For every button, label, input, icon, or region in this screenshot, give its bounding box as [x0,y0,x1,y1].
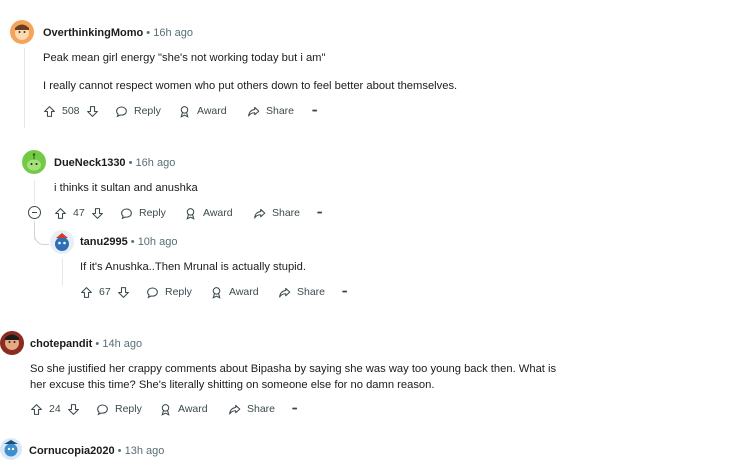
timestamp: 16h ago [135,157,176,169]
separator: • [95,338,100,350]
award-button[interactable]: Award [210,283,259,301]
more-options-button[interactable]: ••• [342,283,347,301]
award-label: Award [178,403,208,415]
share-icon [279,287,291,297]
downvote-icon[interactable] [117,286,130,299]
award-icon [212,286,221,299]
upvote-icon[interactable] [80,286,93,299]
reply-icon [116,106,127,117]
avatar[interactable] [10,20,34,44]
username[interactable]: OverthinkingMomo [43,27,143,39]
more-options-button[interactable]: ••• [317,204,322,222]
reply-label: Reply [165,286,192,298]
reply-icon [97,404,108,415]
thread-line [62,258,63,286]
reply-label: Reply [115,403,142,415]
award-button[interactable]: Award [159,400,208,418]
share-icon [229,404,241,414]
reply-label: Reply [139,207,166,219]
more-options-button[interactable]: ••• [312,102,317,120]
share-icon [254,208,266,218]
vote-group: 47 [54,204,110,222]
avatar[interactable] [0,438,22,460]
reply-icon [121,208,132,219]
comment-line: her excuse this time? She's literally sh… [30,379,435,391]
vote-count: 47 [73,207,85,219]
timestamp: 10h ago [137,236,178,248]
vote-group: 67 [80,283,136,301]
award-icon [161,403,170,416]
thread-connector [34,222,49,245]
separator: • [128,157,133,169]
share-icon [248,106,260,116]
timestamp: 13h ago [124,445,165,457]
username[interactable]: tanu2995 [80,236,128,248]
more-icon: ••• [312,107,317,115]
timestamp: 16h ago [153,27,193,39]
downvote-icon[interactable] [91,207,104,220]
username[interactable]: DueNeck1330 [54,157,126,169]
reply-button[interactable]: Reply [120,204,166,222]
award-label: Award [197,105,227,117]
separator: • [146,27,151,39]
reply-button[interactable]: Reply [146,283,192,301]
upvote-icon[interactable] [54,207,67,220]
downvote-icon[interactable] [67,403,80,416]
share-button[interactable]: Share [278,283,325,301]
reply-button[interactable]: Reply [115,102,161,120]
vote-count: 508 [62,105,80,117]
avatar[interactable] [50,230,74,254]
share-button[interactable]: Share [228,400,275,418]
comment-header: chotepandit • 14h ago [30,338,142,350]
thread-line [34,180,35,204]
more-icon: ••• [317,209,322,217]
comment-line: i thinks it sultan and anushka [54,182,198,194]
share-label: Share [272,207,301,219]
reply-label: Reply [134,105,161,117]
comment-line: If it's Anushka..Then Mrunal is actually… [80,261,306,273]
reply-button[interactable]: Reply [96,400,142,418]
vote-group: 508 [43,102,105,120]
award-button[interactable]: Award [184,204,233,222]
downvote-icon[interactable] [86,105,99,118]
upvote-icon[interactable] [43,105,56,118]
comment-header: Cornucopia2020 • 13h ago [29,445,164,457]
award-label: Award [203,207,233,219]
comment-header: OverthinkingMomo • 16h ago [43,27,193,39]
comment-line: Peak mean girl energy "she's not working… [43,52,326,64]
separator: • [117,445,122,457]
share-label: Share [266,105,295,117]
comment-header: DueNeck1330 • 16h ago [54,157,175,169]
reply-icon [147,287,158,298]
more-icon: ••• [292,405,297,413]
more-options-button[interactable]: ••• [292,400,297,418]
timestamp: 14h ago [102,338,143,350]
avatar[interactable] [22,150,46,174]
username[interactable]: chotepandit [30,338,92,350]
separator: • [130,236,135,248]
avatar[interactable] [0,331,24,355]
collapse-thread-button[interactable] [28,206,41,219]
award-icon [180,105,189,118]
more-icon: ••• [342,288,347,296]
vote-count: 24 [49,403,61,415]
comment-header: tanu2995 • 10h ago [80,236,177,248]
vote-group: 24 [30,400,86,418]
share-label: Share [297,286,326,298]
share-button[interactable]: Share [253,204,300,222]
comment-line: I really cannot respect women who put ot… [43,80,458,92]
upvote-icon[interactable] [30,403,43,416]
award-button[interactable]: Award [178,102,227,120]
award-label: Award [229,286,259,298]
username[interactable]: Cornucopia2020 [29,445,115,457]
award-icon [186,207,195,220]
share-button[interactable]: Share [247,102,294,120]
share-label: Share [247,403,276,415]
thread-line [24,48,25,128]
vote-count: 67 [99,286,111,298]
